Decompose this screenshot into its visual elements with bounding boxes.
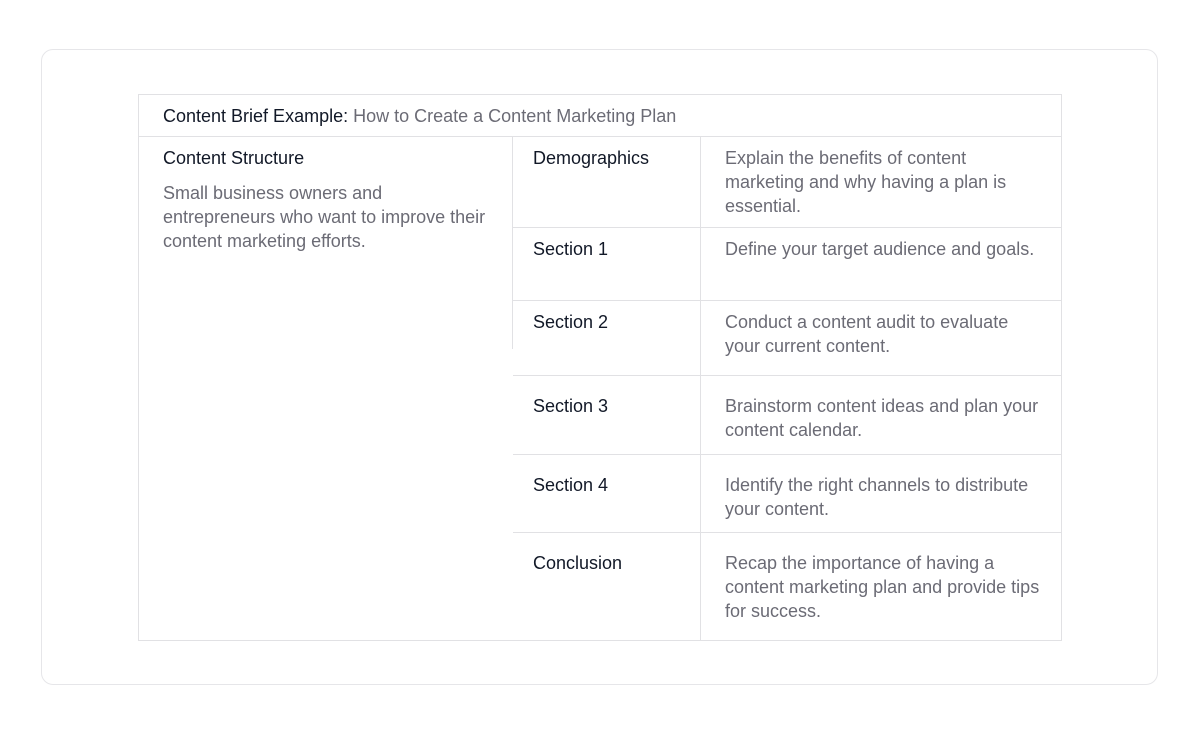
row-description: Conduct a content audit to evaluate your… bbox=[725, 312, 1009, 356]
structure-rows: Demographics Explain the benefits of con… bbox=[513, 137, 1061, 640]
brief-header-label: Content Brief Example: bbox=[163, 106, 349, 126]
content-structure-column: Content Structure Small business owners … bbox=[139, 137, 513, 640]
content-structure-title: Content Structure bbox=[163, 148, 305, 168]
row-description: Brainstorm content ideas and plan your c… bbox=[725, 396, 1039, 440]
row-name: Section 2 bbox=[513, 301, 701, 375]
table-row: Section 4 Identify the right channels to… bbox=[513, 455, 1061, 533]
row-name: Section 4 bbox=[513, 455, 701, 532]
brief-header-title: How to Create a Content Marketing Plan bbox=[353, 106, 677, 126]
row-name: Demographics bbox=[513, 137, 701, 227]
table-row: Section 3 Brainstorm content ideas and p… bbox=[513, 376, 1061, 455]
table-row: Section 1 Define your target audience an… bbox=[513, 228, 1061, 301]
row-description: Define your target audience and goals. bbox=[725, 239, 1035, 259]
row-description: Identify the right channels to distribut… bbox=[725, 475, 1029, 519]
table-row: Demographics Explain the benefits of con… bbox=[513, 137, 1061, 228]
row-name: Section 3 bbox=[513, 376, 701, 454]
brief-header: Content Brief Example: How to Create a C… bbox=[139, 95, 1061, 137]
content-structure-description: Small business owners and entrepreneurs … bbox=[163, 183, 486, 251]
row-description: Recap the importance of having a content… bbox=[725, 553, 1040, 621]
row-name: Conclusion bbox=[513, 533, 701, 640]
table-row: Conclusion Recap the importance of havin… bbox=[513, 533, 1061, 640]
content-brief-table: Content Brief Example: How to Create a C… bbox=[138, 94, 1062, 641]
row-name: Section 1 bbox=[513, 228, 701, 300]
row-description: Explain the benefits of content marketin… bbox=[725, 148, 1007, 216]
table-row: Section 2 Conduct a content audit to eva… bbox=[513, 301, 1061, 376]
